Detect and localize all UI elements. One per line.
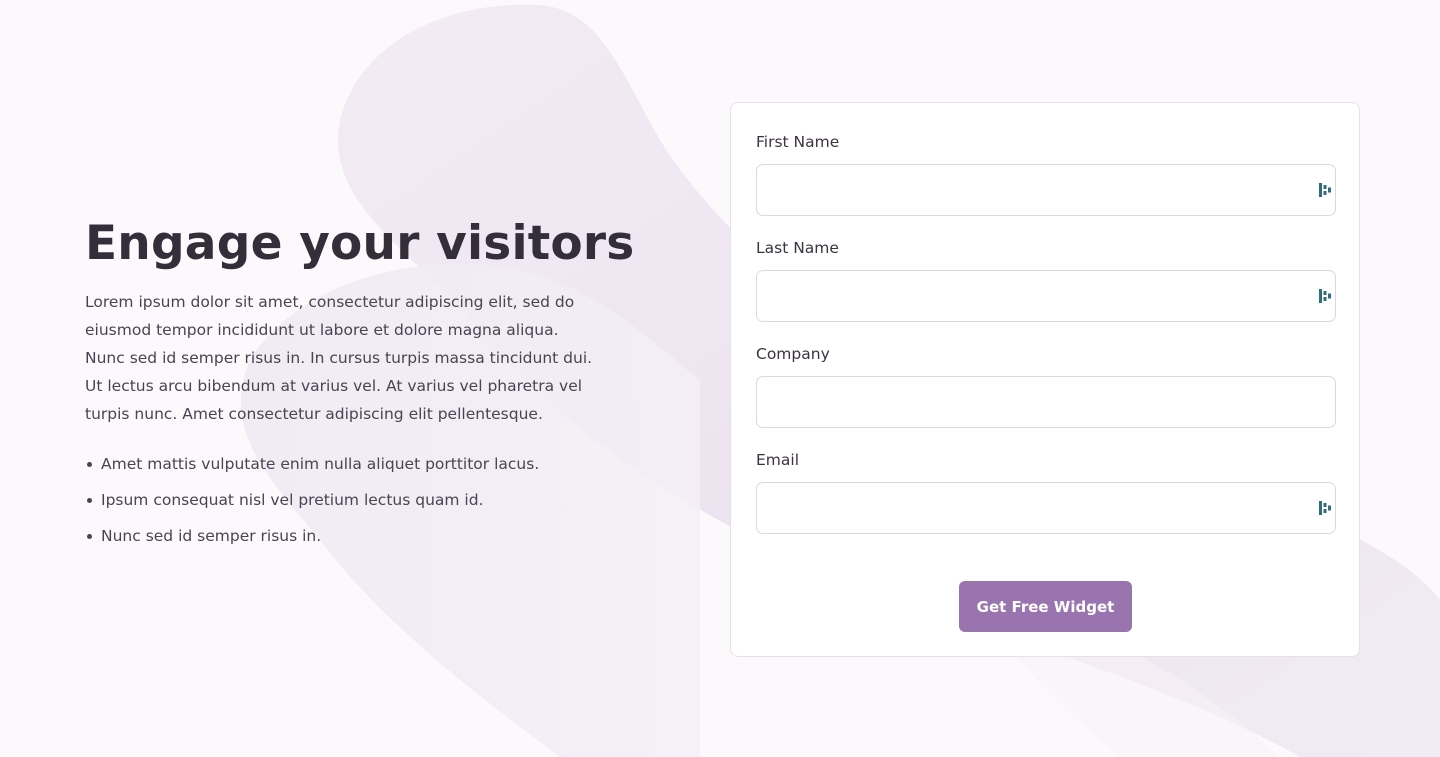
first-name-input-wrap: [756, 164, 1336, 216]
email-input-wrap: [756, 482, 1336, 534]
hero-section: Engage your visitors Lorem ipsum dolor s…: [85, 214, 635, 554]
first-name-input[interactable]: [756, 164, 1336, 216]
feature-item: Nunc sed id semper risus in.: [85, 518, 605, 554]
company-input[interactable]: [756, 376, 1336, 428]
last-name-input[interactable]: [756, 270, 1336, 322]
last-name-input-wrap: [756, 270, 1336, 322]
last-name-field-group: Last Name: [756, 237, 1336, 322]
signup-form: First Name Last Name Company Email Get F…: [730, 102, 1360, 657]
email-label: Email: [756, 451, 800, 469]
password-manager-icon[interactable]: [1319, 500, 1331, 516]
email-input[interactable]: [756, 482, 1336, 534]
feature-list: Amet mattis vulputate enim nulla aliquet…: [85, 446, 605, 554]
first-name-label: First Name: [756, 133, 840, 151]
company-field-group: Company: [756, 343, 1336, 428]
last-name-label: Last Name: [756, 239, 839, 257]
email-field-group: Email: [756, 449, 1336, 534]
get-free-widget-button[interactable]: Get Free Widget: [959, 581, 1132, 632]
intro-paragraph: Lorem ipsum dolor sit amet, consectetur …: [85, 293, 593, 423]
password-manager-icon[interactable]: [1319, 182, 1331, 198]
first-name-field-group: First Name: [756, 131, 1336, 216]
company-input-wrap: [756, 376, 1336, 428]
feature-item: Amet mattis vulputate enim nulla aliquet…: [85, 446, 605, 482]
page: Engage your visitors Lorem ipsum dolor s…: [0, 0, 1440, 757]
feature-item: Ipsum consequat nisl vel pretium lectus …: [85, 482, 605, 518]
password-manager-icon[interactable]: [1319, 288, 1331, 304]
page-title: Engage your visitors: [85, 216, 635, 271]
company-label: Company: [756, 345, 830, 363]
